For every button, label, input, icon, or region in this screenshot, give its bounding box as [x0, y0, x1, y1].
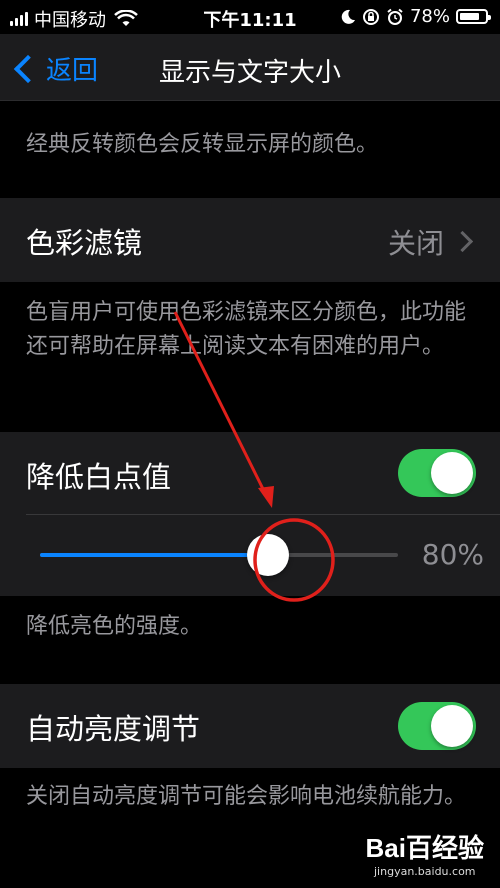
watermark-brand: Bai百经验	[365, 833, 484, 863]
annotation-arrowhead	[258, 486, 274, 508]
annotation-circle	[253, 518, 335, 602]
annotation-overlay	[173, 311, 335, 602]
watermark: Bai百经验 jingyan.baidu.com	[366, 828, 484, 878]
annotation-arrow	[173, 311, 268, 496]
watermark-url: jingyan.baidu.com	[374, 865, 476, 878]
